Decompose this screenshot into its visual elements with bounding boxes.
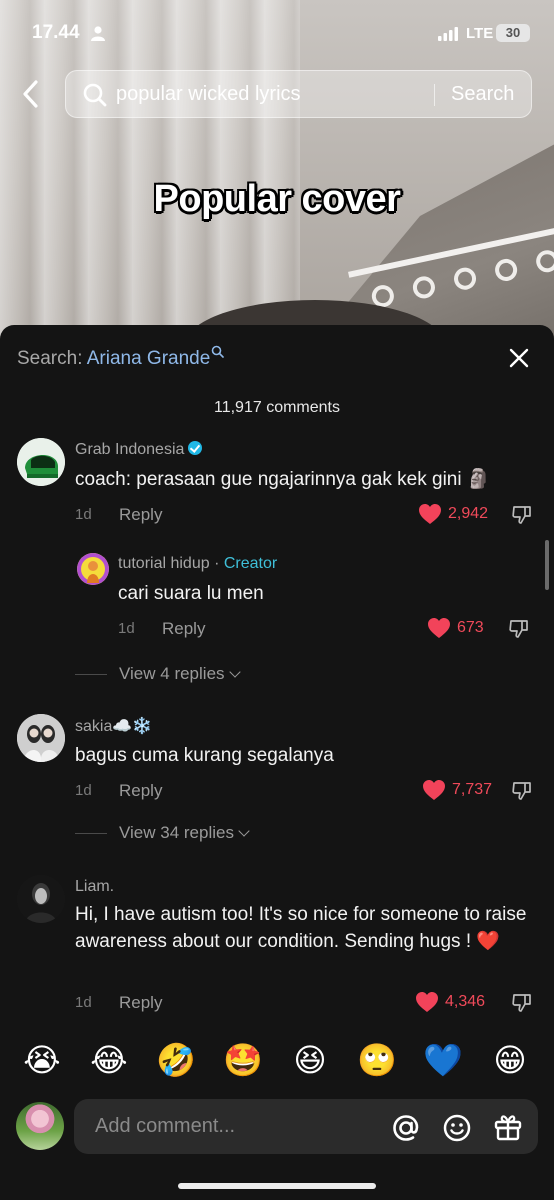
like-button[interactable]: 7,737 xyxy=(422,779,492,801)
related-search-term[interactable]: Ariana Grande xyxy=(87,348,211,369)
close-icon[interactable] xyxy=(508,347,530,369)
comment-text: bagus cuma kurang segalanya xyxy=(75,745,334,766)
emoji-eye-roll[interactable]: 🙄 xyxy=(355,1040,399,1080)
view-replies-label[interactable]: View 4 replies xyxy=(119,664,225,684)
username-text[interactable]: Grab Indonesia xyxy=(75,441,184,458)
video-overlay-caption: Popular cover xyxy=(153,178,401,220)
photo-avatar-icon xyxy=(17,875,65,923)
dislike-icon[interactable] xyxy=(511,780,533,802)
comment-item: Grab Indonesia coach: perasaan gue ngaja… xyxy=(0,435,554,535)
emoji-blue-heart[interactable]: 💙 xyxy=(421,1040,465,1080)
username-text[interactable]: tutorial hidup xyxy=(118,555,210,572)
person-icon xyxy=(91,26,105,41)
avatar[interactable] xyxy=(17,875,65,923)
reply-button[interactable]: Reply xyxy=(119,993,162,1013)
search-icon xyxy=(83,83,107,107)
cartoon-avatar-icon xyxy=(77,553,109,585)
search-divider xyxy=(434,84,435,106)
dislike-icon[interactable] xyxy=(508,618,530,640)
comment-username[interactable]: sakia☁️❄️ xyxy=(75,716,152,736)
heart-icon xyxy=(428,618,450,638)
status-time: 17.44 xyxy=(32,22,80,43)
signal-icon xyxy=(438,27,458,41)
like-button[interactable]: 2,942 xyxy=(418,503,488,525)
add-comment-field[interactable]: Add comment... xyxy=(74,1099,538,1154)
comment-input-placeholder[interactable]: Add comment... xyxy=(95,1115,235,1138)
emoji-loudly-crying[interactable]: 😭 xyxy=(20,1040,64,1080)
my-avatar xyxy=(16,1102,64,1150)
emoji-tears-of-joy[interactable]: 😂 xyxy=(87,1040,131,1080)
related-search[interactable]: Search: Ariana Grande xyxy=(17,345,225,370)
reply-button[interactable]: Reply xyxy=(162,619,205,639)
view-replies-button[interactable]: View 34 replies xyxy=(75,823,250,843)
like-count: 673 xyxy=(457,619,484,636)
battery-level: 30 xyxy=(505,25,521,40)
emoji-picker-icon[interactable] xyxy=(442,1113,472,1143)
creator-tag: Creator xyxy=(223,555,278,572)
view-replies-label[interactable]: View 34 replies xyxy=(119,823,234,843)
comment-text: coach: perasaan gue ngajarinnya gak kek … xyxy=(75,469,491,490)
search-input[interactable]: popular wicked lyrics xyxy=(116,83,301,106)
avatar[interactable] xyxy=(17,438,65,486)
emoji-reaction-bar: 😭 😂 🤣 🤩 😆 🙄 💙 😁 xyxy=(0,1040,554,1084)
search-button[interactable]: Search xyxy=(451,83,514,106)
like-button[interactable]: 4,346 xyxy=(415,991,485,1013)
home-indicator[interactable] xyxy=(178,1183,376,1189)
comment-text: cari suara lu men xyxy=(118,583,264,604)
comment-text: Hi, I have autism too! It's so nice for … xyxy=(75,904,527,952)
divider-line xyxy=(75,832,107,834)
divider-line xyxy=(75,673,107,675)
comment-count: 11,917 comments xyxy=(214,399,340,416)
small-search-icon xyxy=(211,345,225,358)
reply-button[interactable]: Reply xyxy=(119,505,162,525)
comment-time: 1d xyxy=(75,782,92,799)
verified-badge-icon xyxy=(188,441,203,455)
comment-username[interactable]: Liam. xyxy=(75,878,114,896)
related-search-prefix: Search: xyxy=(17,348,87,369)
dislike-icon[interactable] xyxy=(511,992,533,1014)
search-bar[interactable]: popular wicked lyrics Search xyxy=(65,70,532,118)
like-count: 2,942 xyxy=(448,505,489,522)
heart-icon xyxy=(416,992,438,1012)
battery-icon: 30 xyxy=(496,24,530,42)
like-count: 4,346 xyxy=(445,993,486,1010)
reply-item: tutorial hidup · Creator cari suara lu m… xyxy=(0,551,554,651)
heart-icon xyxy=(419,504,441,524)
like-button[interactable]: 673 xyxy=(427,617,484,639)
dislike-icon[interactable] xyxy=(511,504,533,526)
heart-icon xyxy=(423,780,445,800)
emoji-beaming-face[interactable]: 😁 xyxy=(488,1040,532,1080)
helmet-icon xyxy=(17,438,65,486)
comment-time: 1d xyxy=(118,620,135,637)
emoji-grinning-squint[interactable]: 😆 xyxy=(288,1040,332,1080)
comment-item: Liam. Hi, I have autism too! It's so nic… xyxy=(0,873,554,1033)
comment-time: 1d xyxy=(75,506,92,523)
comment-username[interactable]: tutorial hidup · Creator xyxy=(118,555,277,573)
view-replies-button[interactable]: View 4 replies xyxy=(75,664,241,684)
like-count: 7,737 xyxy=(452,781,493,798)
chevron-down-icon xyxy=(228,665,241,678)
emoji-rofl[interactable]: 🤣 xyxy=(154,1040,198,1080)
avatar[interactable] xyxy=(17,714,65,762)
comment-item: sakia☁️❄️ bagus cuma kurang segalanya 1d… xyxy=(0,711,554,811)
chevron-down-icon xyxy=(238,824,250,837)
photo-avatar-icon xyxy=(17,714,65,762)
mention-icon[interactable] xyxy=(391,1113,421,1143)
comment-username[interactable]: Grab Indonesia xyxy=(75,441,203,459)
reply-button[interactable]: Reply xyxy=(119,781,162,801)
avatar[interactable] xyxy=(77,553,109,585)
username-separator: · xyxy=(209,555,224,572)
back-arrow-icon[interactable] xyxy=(18,78,44,110)
status-bar: 17.44 LTE 30 xyxy=(0,0,554,60)
emoji-star-struck[interactable]: 🤩 xyxy=(221,1040,265,1080)
gift-icon[interactable] xyxy=(493,1112,523,1142)
network-label: LTE xyxy=(466,25,494,42)
comment-time: 1d xyxy=(75,994,92,1011)
